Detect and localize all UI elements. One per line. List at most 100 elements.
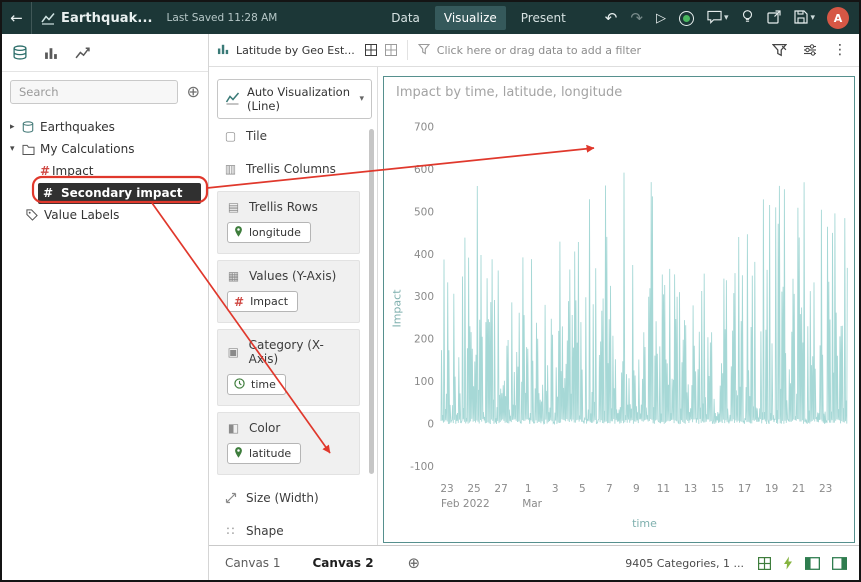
svg-text:700: 700	[414, 122, 434, 134]
field-pill-longitude[interactable]: longitude	[227, 222, 311, 243]
grid-layout-icon-active[interactable]	[364, 44, 377, 56]
pill-label: longitude	[249, 226, 301, 239]
dataset-icon	[22, 121, 40, 133]
filter-bar[interactable]: Click here or drag data to add a filter	[408, 43, 772, 58]
svg-text:13: 13	[684, 483, 697, 495]
comments-menu[interactable]: ▾	[707, 9, 729, 28]
undo-icon[interactable]: ↶	[605, 10, 618, 26]
categories-status-text: 9405 Categories, 1 ...	[625, 556, 744, 570]
comment-bubble-icon	[707, 9, 722, 28]
footer-icons	[758, 556, 847, 570]
impact-line-chart[interactable]: Impact by time, latitude, longitude Impa…	[383, 76, 855, 543]
viz-tab-label: Latitude by Geo Est...	[236, 43, 355, 57]
preview-play-icon[interactable]: ▷	[656, 12, 666, 25]
values-icon: ▦	[227, 269, 240, 283]
visualizations-bar-icon[interactable]	[44, 45, 59, 60]
tree-item-earthquakes[interactable]: ▸ Earthquakes	[2, 116, 208, 138]
measure-hash-icon: #	[40, 164, 51, 178]
location-pin-icon	[234, 225, 243, 241]
svg-text:15: 15	[711, 483, 724, 495]
workbook-chart-icon	[41, 11, 55, 25]
add-data-icon[interactable]: ⊕	[187, 84, 200, 100]
measure-hash-icon: #	[234, 294, 245, 309]
insights-bulb-icon[interactable]	[741, 9, 754, 28]
analytics-trend-icon[interactable]	[75, 45, 90, 60]
tab-present[interactable]: Present	[512, 6, 575, 30]
open-window-icon[interactable]	[767, 9, 782, 28]
field-pill-latitude[interactable]: latitude	[227, 443, 302, 464]
panel-tab-icons	[2, 34, 208, 72]
save-menu[interactable]: ▾	[794, 9, 815, 28]
menu-kebab-icon[interactable]: ⋮	[833, 43, 847, 57]
selected-item-highlight: # Secondary impact	[38, 182, 201, 204]
grid-view-icon[interactable]	[758, 556, 771, 570]
drop-target-label: Category (X-Axis)	[248, 338, 324, 366]
data-cylinder-icon[interactable]	[12, 45, 28, 60]
tab-canvas-2[interactable]: Canvas 2	[297, 546, 390, 580]
record-status-icon[interactable]	[678, 10, 694, 26]
tab-canvas-1[interactable]: Canvas 1	[209, 546, 297, 580]
search-input[interactable]	[10, 80, 178, 104]
properties-sliders-icon[interactable]	[803, 43, 817, 57]
caret-right-icon[interactable]: ▸	[10, 122, 22, 132]
grammar-scrollbar[interactable]	[369, 129, 374, 474]
save-floppy-icon	[794, 9, 809, 28]
back-button[interactable]: ←	[2, 2, 32, 34]
filters-funnel-icon[interactable]	[772, 43, 787, 57]
svg-text:23: 23	[440, 483, 453, 495]
panel-left-toggle-icon[interactable]	[805, 556, 820, 570]
tree-item-my-calculations[interactable]: ▾ My Calculations	[2, 138, 208, 160]
svg-text:0: 0	[427, 419, 434, 431]
grid-layout-icon[interactable]	[384, 44, 397, 56]
svg-text:Feb 2022: Feb 2022	[441, 498, 490, 510]
tree-item-impact[interactable]: # Impact	[2, 160, 208, 182]
chevron-down-icon: ▾	[810, 13, 815, 23]
drop-target-trellis-rows[interactable]: ▤ Trellis Rows longitude	[217, 191, 360, 254]
field-pill-time[interactable]: time	[227, 374, 286, 395]
drop-target-category-x-axis[interactable]: ▣ Category (X-Axis) time	[217, 329, 360, 406]
drop-target-size-width[interactable]: Size (Width)	[217, 481, 360, 514]
pill-label: latitude	[249, 447, 292, 460]
trellis-rows-icon: ▤	[227, 200, 240, 214]
chevron-down-icon: ▾	[723, 13, 729, 23]
svg-text:400: 400	[414, 249, 434, 261]
svg-text:11: 11	[657, 483, 670, 495]
svg-text:100: 100	[414, 376, 434, 388]
tab-data[interactable]: Data	[382, 6, 429, 30]
svg-text:Mar: Mar	[522, 498, 542, 510]
svg-text:9: 9	[633, 483, 640, 495]
drop-target-shape[interactable]: ∷ Shape	[217, 514, 360, 545]
auto-visualization-select[interactable]: Auto Visualization (Line) ▾	[217, 79, 372, 119]
tree-label: Impact	[52, 164, 94, 178]
drop-target-values-y-axis[interactable]: ▦ Values (Y-Axis) # Impact	[217, 260, 360, 323]
drop-target-tile[interactable]: ▢ Tile	[217, 119, 360, 152]
top-bar: ← Earthquak... Last Saved 11:28 AM Data …	[2, 2, 859, 34]
add-canvas-icon[interactable]: ⊕	[408, 554, 421, 572]
tree-item-secondary-impact[interactable]: # Secondary impact	[2, 182, 208, 204]
tab-visualize[interactable]: Visualize	[434, 6, 506, 30]
svg-text:19: 19	[765, 483, 778, 495]
panel-right-toggle-icon[interactable]	[832, 556, 847, 570]
viz-tab-latitude-by-geo[interactable]: Latitude by Geo Est...	[209, 34, 365, 66]
viz-header: Latitude by Geo Est... Click here or dra…	[209, 34, 859, 67]
svg-text:200: 200	[414, 334, 434, 346]
filter-prompt: Click here or drag data to add a filter	[436, 43, 642, 57]
shape-icon: ∷	[226, 523, 235, 538]
clock-icon	[234, 377, 245, 392]
drop-target-trellis-columns[interactable]: ▥ Trellis Columns	[217, 152, 360, 185]
drop-target-color[interactable]: ◧ Color latitude	[217, 412, 360, 475]
caret-down-icon[interactable]: ▾	[10, 144, 22, 154]
lightning-icon[interactable]	[783, 556, 793, 570]
tree-item-value-labels[interactable]: Value Labels	[2, 204, 208, 226]
drop-target-label: Trellis Columns	[246, 161, 336, 176]
search-row: ⊕	[2, 72, 208, 110]
canvas-area: Impact by time, latitude, longitude Impa…	[377, 67, 859, 545]
redo-icon[interactable]: ↷	[630, 10, 643, 26]
location-pin-icon	[234, 446, 243, 462]
last-saved-text: Last Saved 11:28 AM	[166, 12, 278, 24]
avatar[interactable]: A	[827, 7, 849, 29]
drop-target-label: Trellis Rows	[249, 200, 318, 214]
mode-tabs: Data Visualize Present	[382, 6, 575, 30]
field-pill-impact[interactable]: # Impact	[227, 291, 299, 312]
svg-text:17: 17	[738, 483, 751, 495]
